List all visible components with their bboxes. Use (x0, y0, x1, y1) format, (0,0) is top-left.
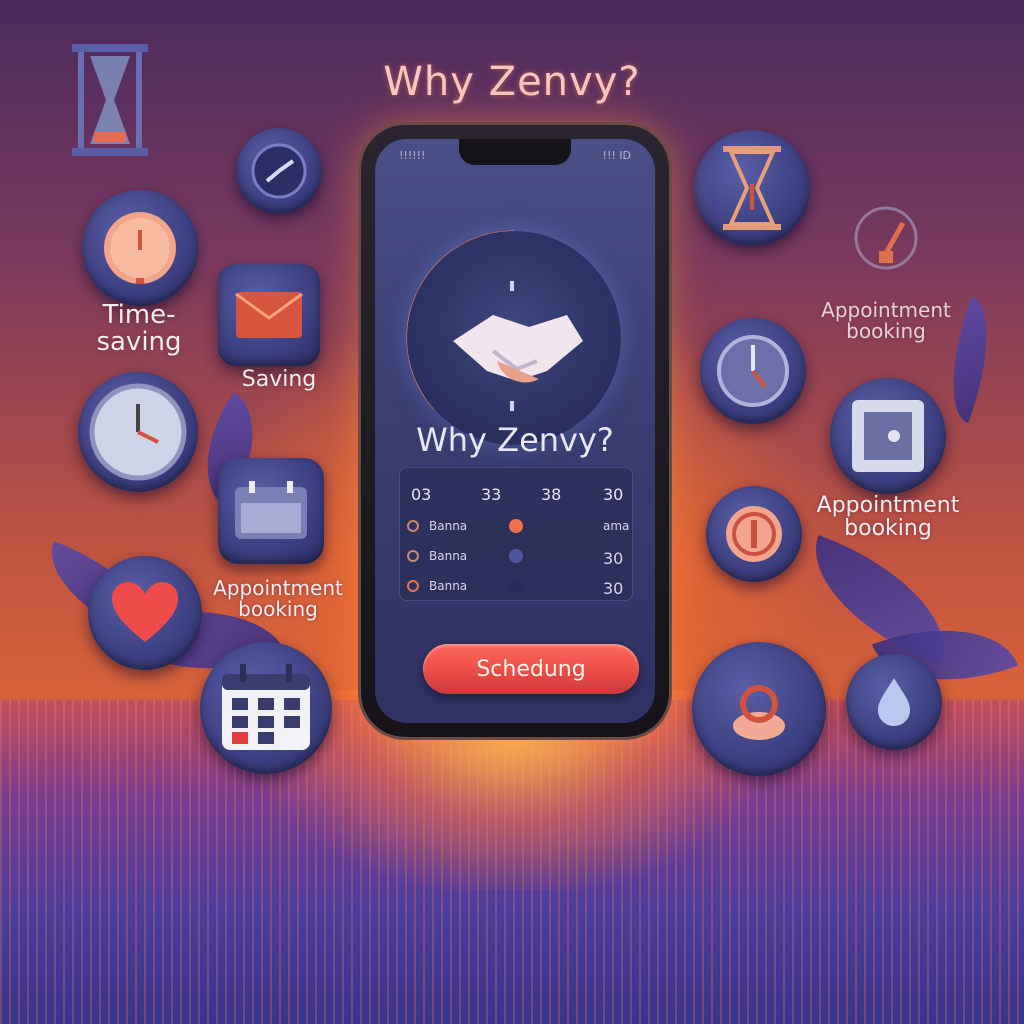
phone-notch (459, 139, 571, 165)
row-label: Banna (429, 549, 468, 563)
safe-badge (830, 378, 946, 494)
heart-icon (112, 582, 178, 642)
hourglass-stand-icon (723, 146, 781, 230)
row-toggle[interactable] (509, 549, 523, 563)
handshake-emblem (407, 231, 621, 445)
header-cell: 33 (481, 485, 502, 504)
row-value: 30 (603, 579, 624, 598)
page-heading: Why Zenvy? (383, 58, 641, 105)
smartphone: !!!!!! !!! ID Why Zenvy? 03 33 38 30 Ban… (361, 125, 669, 737)
calendar-grid-badge (200, 642, 332, 774)
gauge-icon (854, 206, 918, 270)
appointment-booking-left-label: Appointment booking (213, 576, 343, 621)
hourglass-badge (70, 42, 150, 158)
appointment-booking-right-top-label: Appointment booking (821, 298, 951, 343)
row-dot (407, 580, 419, 592)
calendar-card-icon (235, 481, 307, 539)
status-bar-right: !!! ID (602, 149, 631, 162)
row-label: Banna (429, 519, 468, 533)
gauge-badge (846, 198, 926, 278)
safe-icon (852, 400, 924, 472)
hourglass-right-badge (694, 130, 810, 246)
schedule-table: 03 33 38 30 Banna ama Banna 30 Banna 30 (399, 467, 633, 601)
row-toggle[interactable] (509, 519, 523, 533)
coin-badge (706, 486, 802, 582)
coin-icon (726, 506, 782, 562)
screen-title: Why Zenvy? (416, 421, 614, 459)
status-bar-left: !!!!!! (399, 149, 426, 162)
clock-badge (236, 128, 322, 214)
table-row[interactable]: Banna ama (399, 513, 633, 539)
drop-badge (846, 654, 942, 750)
row-toggle[interactable] (509, 579, 523, 593)
phone-screen: !!!!!! !!! ID Why Zenvy? 03 33 38 30 Ban… (375, 139, 655, 723)
knob-badge (692, 642, 826, 776)
row-dot (407, 520, 419, 532)
header-cell: 30 (603, 485, 624, 504)
envelope-icon (235, 292, 303, 338)
row-value: ama (603, 519, 630, 533)
clock-icon (251, 143, 307, 199)
timer-icon (104, 212, 176, 284)
wall-clock-icon (89, 383, 187, 481)
wall-clock-badge (78, 372, 198, 492)
appointment-booking-right-mid-label: Appointment booking (816, 493, 960, 542)
row-label: Banna (429, 579, 468, 593)
calendar-card-badge (218, 458, 324, 564)
envelope-badge (218, 264, 320, 366)
table-row[interactable]: Banna 30 (399, 573, 633, 599)
header-cell: 03 (411, 485, 432, 504)
calendar-icon (222, 664, 310, 750)
saving-label: Saving (241, 367, 317, 392)
heart-badge (88, 556, 202, 670)
water-drop-icon (878, 678, 910, 726)
scheduling-button[interactable]: Schedung (423, 644, 639, 694)
table-header: 03 33 38 30 (399, 479, 633, 505)
knob-icon (733, 685, 785, 740)
timer-badge (82, 190, 198, 306)
hourglass-icon (72, 44, 148, 156)
handshake-icon (453, 281, 583, 411)
row-dot (407, 550, 419, 562)
header-cell: 38 (541, 485, 562, 504)
stopwatch-badge (700, 318, 806, 424)
stopwatch-icon (717, 335, 789, 407)
table-row[interactable]: Banna 30 (399, 543, 633, 569)
time-saving-label: Time- saving (96, 300, 182, 358)
row-value: 30 (603, 549, 624, 568)
